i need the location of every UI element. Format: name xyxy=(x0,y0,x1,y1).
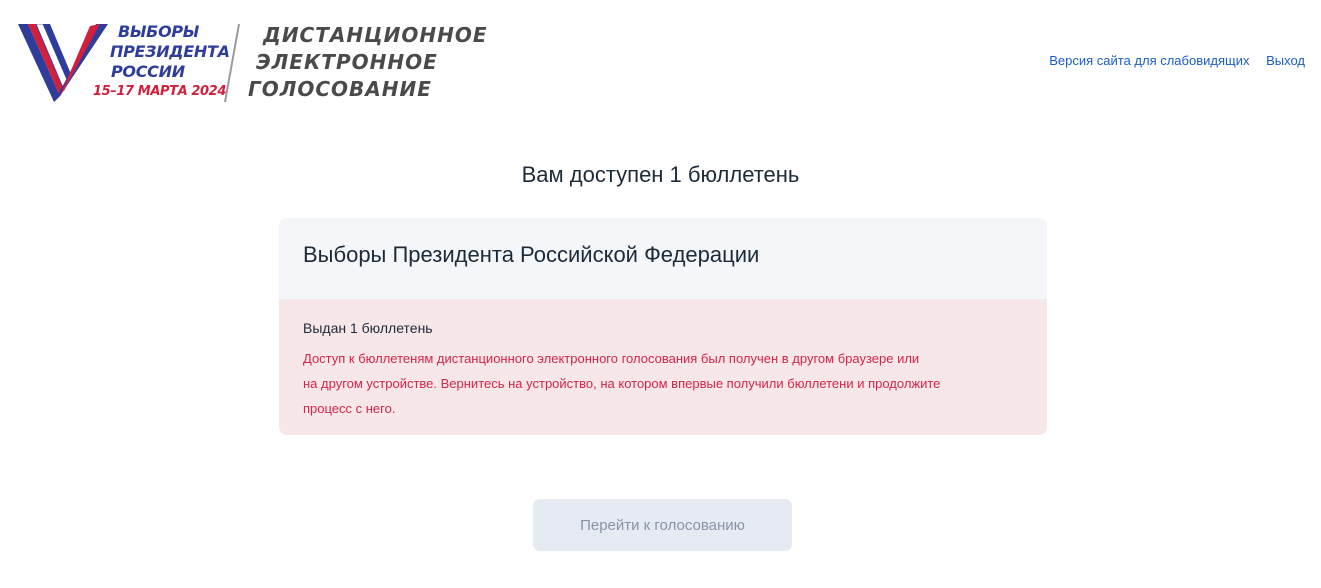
go-to-voting-button[interactable]: Перейти к голосованию xyxy=(533,499,792,551)
ballot-card-status: Выдан 1 бюллетень Доступ к бюллетеням ди… xyxy=(279,299,1047,435)
ballot-card-title: Выборы Президента Российской Федерации xyxy=(279,218,1047,299)
logo-date: 15–17 МАРТА 2024 xyxy=(93,84,226,99)
elections-logo[interactable]: ВЫБОРЫ ПРЕЗИДЕНТА РОССИИ 15–17 МАРТА 202… xyxy=(18,22,487,104)
logo-line-remote: ДИСТАНЦИОННОЕ xyxy=(263,23,488,47)
warning-line: на другом устройстве. Вернитесь на устро… xyxy=(303,376,941,391)
logo-line-elections: ВЫБОРЫ xyxy=(118,22,200,41)
warning-line: Доступ к бюллетеням дистанционного элект… xyxy=(303,351,920,366)
header: ВЫБОРЫ ПРЕЗИДЕНТА РОССИИ 15–17 МАРТА 202… xyxy=(0,0,1321,120)
logo-line-electronic: ЭЛЕКТРОННОЕ xyxy=(256,50,438,74)
other-device-warning: Доступ к бюллетеням дистанционного элект… xyxy=(303,346,1023,421)
accessibility-version-link[interactable]: Версия сайта для слабовидящих xyxy=(1049,53,1249,68)
logo-line-president: ПРЕЗИДЕНТА xyxy=(110,42,230,61)
logout-link[interactable]: Выход xyxy=(1266,53,1305,68)
header-links: Версия сайта для слабовидящих Выход xyxy=(1036,53,1305,68)
page-title: Вам доступен 1 бюллетень xyxy=(521,162,800,187)
warning-line: процесс с него. xyxy=(303,401,396,416)
logo-line-russia: РОССИИ xyxy=(111,62,185,81)
issued-ballots-text: Выдан 1 бюллетень xyxy=(303,320,433,336)
logo-divider xyxy=(224,24,240,102)
logo-line-voting: ГОЛОСОВАНИЕ xyxy=(248,77,432,101)
ballot-card: Выборы Президента Российской Федерации В… xyxy=(279,218,1047,435)
